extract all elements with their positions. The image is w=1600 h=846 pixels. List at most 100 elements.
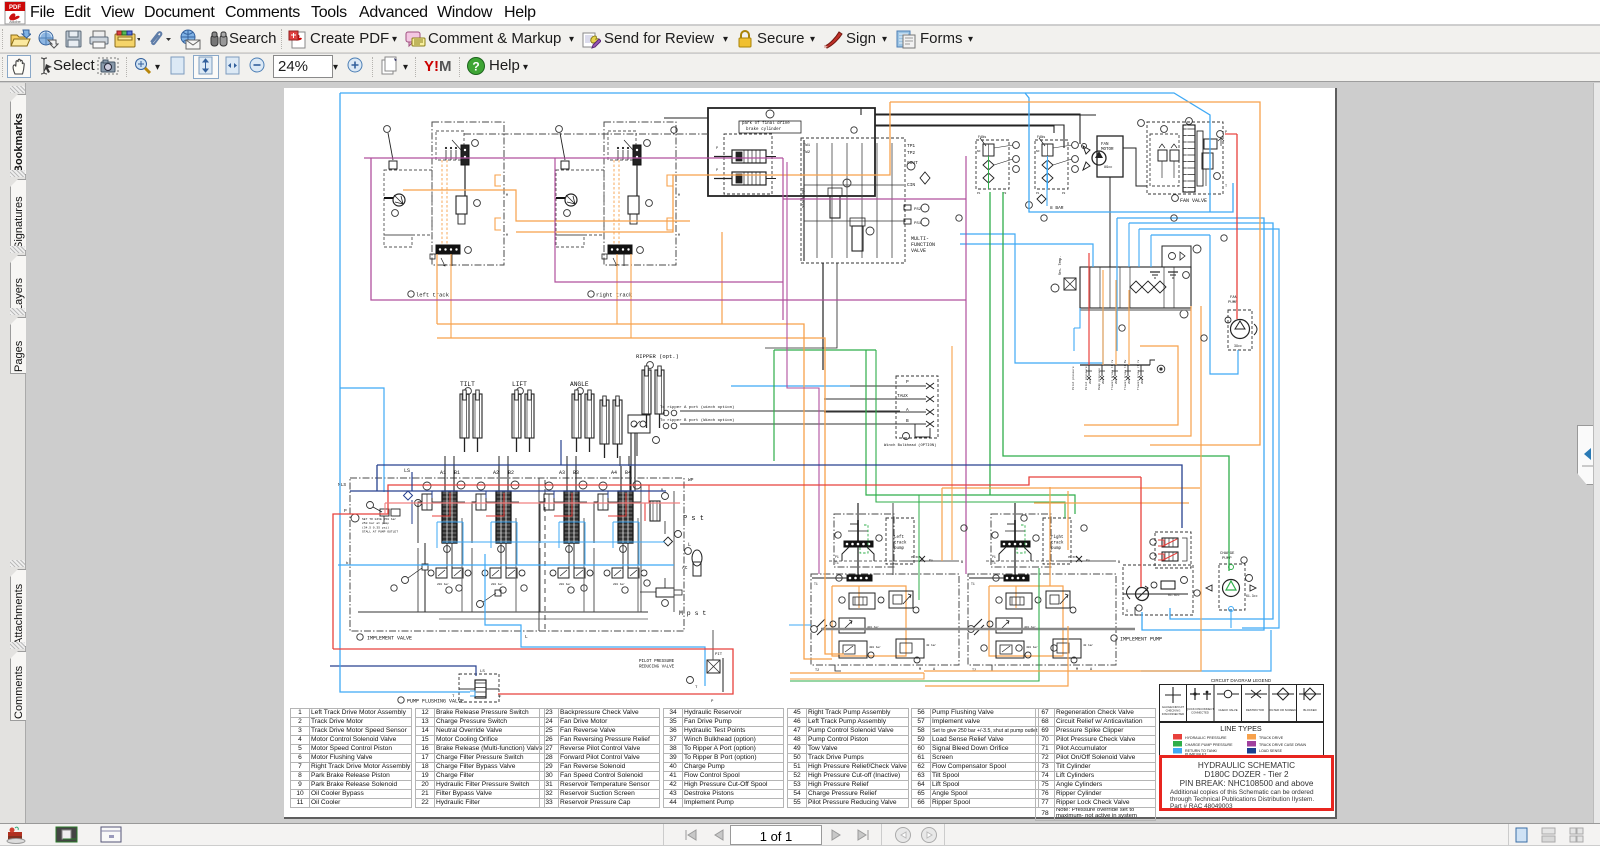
svg-text:TRACK DRIVE: TRACK DRIVE	[1259, 736, 1284, 740]
svg-text:T1: T1	[992, 561, 996, 565]
svg-text:AC: AC	[682, 565, 688, 571]
svg-text:To ripper B port (Winch option: To ripper B port (Winch option)	[660, 418, 734, 423]
svg-text:M: M	[678, 193, 680, 197]
svg-text:P1: P1	[835, 555, 839, 559]
svg-text:200 bar: 200 bar	[559, 582, 571, 586]
svg-text:FAN: FAN	[1101, 143, 1109, 147]
svg-text:400 bar: 400 bar	[1026, 645, 1038, 649]
svg-text:Winch Bulkhead (OPTION): Winch Bulkhead (OPTION)	[884, 443, 936, 448]
svg-text:FILTER OR SCREEN: FILTER OR SCREEN	[1270, 708, 1297, 712]
svg-text:IMPLEMENT VALVE: IMPLEMENT VALVE	[367, 636, 412, 642]
svg-text:(34.5 0.35 psi): (34.5 0.35 psi)	[362, 525, 389, 529]
svg-text:A1: A1	[440, 470, 446, 476]
svg-text:brake cylinder: brake cylinder	[746, 127, 782, 132]
svg-text:Pilot pressure: Pilot pressure	[1071, 366, 1075, 390]
svg-text:B2: B2	[508, 470, 514, 476]
svg-text:400 bar: 400 bar	[869, 645, 881, 649]
svg-text:T: T	[1225, 185, 1227, 189]
svg-text:S: S	[1126, 610, 1128, 614]
svg-text:TAUX: TAUX	[897, 393, 908, 399]
svg-text:PS2: PS2	[914, 208, 922, 212]
svg-text:RESTRICTOR: RESTRICTOR	[1246, 708, 1264, 712]
svg-text:Pg: Pg	[1086, 559, 1090, 562]
svg-text:206: 206	[1115, 379, 1118, 384]
svg-text:track: track	[894, 541, 907, 546]
svg-text:FAN VALVE: FAN VALVE	[1180, 198, 1207, 204]
svg-text:LS: LS	[480, 670, 485, 674]
svg-text:T1: T1	[814, 582, 818, 586]
svg-text:M: M	[919, 668, 921, 672]
svg-text:89cc: 89cc	[1104, 166, 1112, 170]
svg-text:Adobe: Adobe	[9, 19, 21, 24]
svg-text:250 bar at pump: 250 bar at pump	[362, 521, 389, 525]
svg-text:M p s t: M p s t	[679, 610, 706, 617]
svg-text:M: M	[506, 193, 508, 197]
svg-text:TP2: TP2	[907, 150, 915, 156]
svg-text:PILOT PRESSURE: PILOT PRESSURE	[639, 660, 675, 664]
svg-text:P1: P1	[992, 555, 996, 559]
svg-text:right track: right track	[596, 292, 633, 299]
svg-text:DISCONNECTED: DISCONNECTED	[1162, 712, 1184, 716]
svg-text:TILT: TILT	[460, 381, 475, 388]
svg-text:P1: P1	[1036, 192, 1040, 195]
svg-text:MOTOR: MOTOR	[1101, 148, 1114, 152]
svg-text:40 bar: 40 bar	[926, 643, 936, 647]
svg-text:left track: left track	[416, 292, 450, 299]
svg-text:B: B	[1118, 561, 1120, 565]
svg-text:206: 206	[1141, 379, 1144, 384]
svg-text:Pump pressure: Pump pressure	[1098, 368, 1101, 390]
svg-text:206: 206	[1089, 379, 1092, 384]
svg-text:A4: A4	[611, 470, 617, 476]
svg-text:PUMP FLUSHING VALVE: PUMP FLUSHING VALVE	[407, 699, 464, 705]
svg-text:PUMP: PUMP	[1222, 557, 1232, 561]
svg-text:HYDRAULIC PRESSURE: HYDRAULIC PRESSURE	[1185, 736, 1227, 740]
svg-text:206: 206	[1102, 379, 1105, 384]
svg-text:FANs: FANs	[1037, 136, 1045, 140]
svg-text:8 BAR: 8 BAR	[1050, 205, 1064, 211]
svg-text:P2: P2	[1062, 192, 1066, 195]
svg-text:TP1: TP1	[907, 143, 915, 149]
svg-text:LINE TYPES: LINE TYPES	[1220, 724, 1262, 733]
svg-text:M: M	[506, 233, 508, 237]
svg-text:P: P	[716, 147, 718, 151]
svg-text:B4: B4	[625, 470, 631, 476]
svg-text:M: M	[678, 233, 680, 237]
svg-text:CHECK VALVE: CHECK VALVE	[1218, 708, 1237, 712]
svg-text:FANs: FANs	[978, 136, 986, 140]
svg-text:Travel press lt fw: Travel press lt fw	[1123, 359, 1127, 390]
svg-text:CIN: CIN	[907, 182, 915, 188]
svg-text:IMPLEMENT PUMP: IMPLEMENT PUMP	[1120, 637, 1162, 643]
svg-text:RIPPER (opt.): RIPPER (opt.)	[636, 353, 679, 360]
svg-text:Pilot pressure: Pilot pressure	[1084, 366, 1088, 390]
svg-text:Res. Temp.: Res. Temp.	[1058, 256, 1062, 275]
svg-text:park of final drive: park of final drive	[742, 121, 790, 126]
svg-text:T1: T1	[835, 561, 839, 565]
svg-text:PDF: PDF	[9, 5, 21, 11]
svg-text:Left: Left	[894, 535, 905, 540]
svg-text:B: B	[906, 418, 909, 424]
svg-text:pump: pump	[894, 547, 905, 551]
svg-text:track: track	[1051, 541, 1064, 546]
svg-text:CONNECTED: CONNECTED	[1191, 711, 1209, 715]
svg-text:LOAD SENSE: LOAD SENSE	[1259, 749, 1283, 753]
svg-text:200 bar: 200 bar	[437, 582, 449, 586]
svg-text:PS1: PS1	[914, 222, 922, 226]
svg-text:LIFT: LIFT	[512, 381, 527, 388]
svg-text:B: B	[961, 561, 963, 565]
svg-text:L: L	[525, 634, 528, 640]
svg-text:T: T	[695, 686, 698, 690]
svg-text:Pg: Pg	[929, 559, 933, 562]
svg-text:P: P	[716, 169, 718, 173]
svg-text:A2: A2	[493, 470, 499, 476]
svg-text:39cc: 39cc	[1234, 344, 1242, 348]
svg-text:61.3cc: 61.3cc	[1168, 593, 1180, 597]
svg-text:B1: B1	[454, 470, 460, 476]
svg-text:P1: P1	[977, 192, 981, 195]
svg-text:P s t: P s t	[683, 515, 704, 523]
svg-text:T1: T1	[971, 582, 975, 586]
svg-text:40 bar: 40 bar	[1083, 643, 1093, 647]
svg-text:To ripper A port (winch option: To ripper A port (winch option)	[660, 405, 734, 410]
svg-text:PO OFF: PO OFF	[1068, 556, 1078, 559]
svg-text:?: ?	[472, 60, 479, 74]
svg-text:200 bar: 200 bar	[613, 582, 625, 586]
